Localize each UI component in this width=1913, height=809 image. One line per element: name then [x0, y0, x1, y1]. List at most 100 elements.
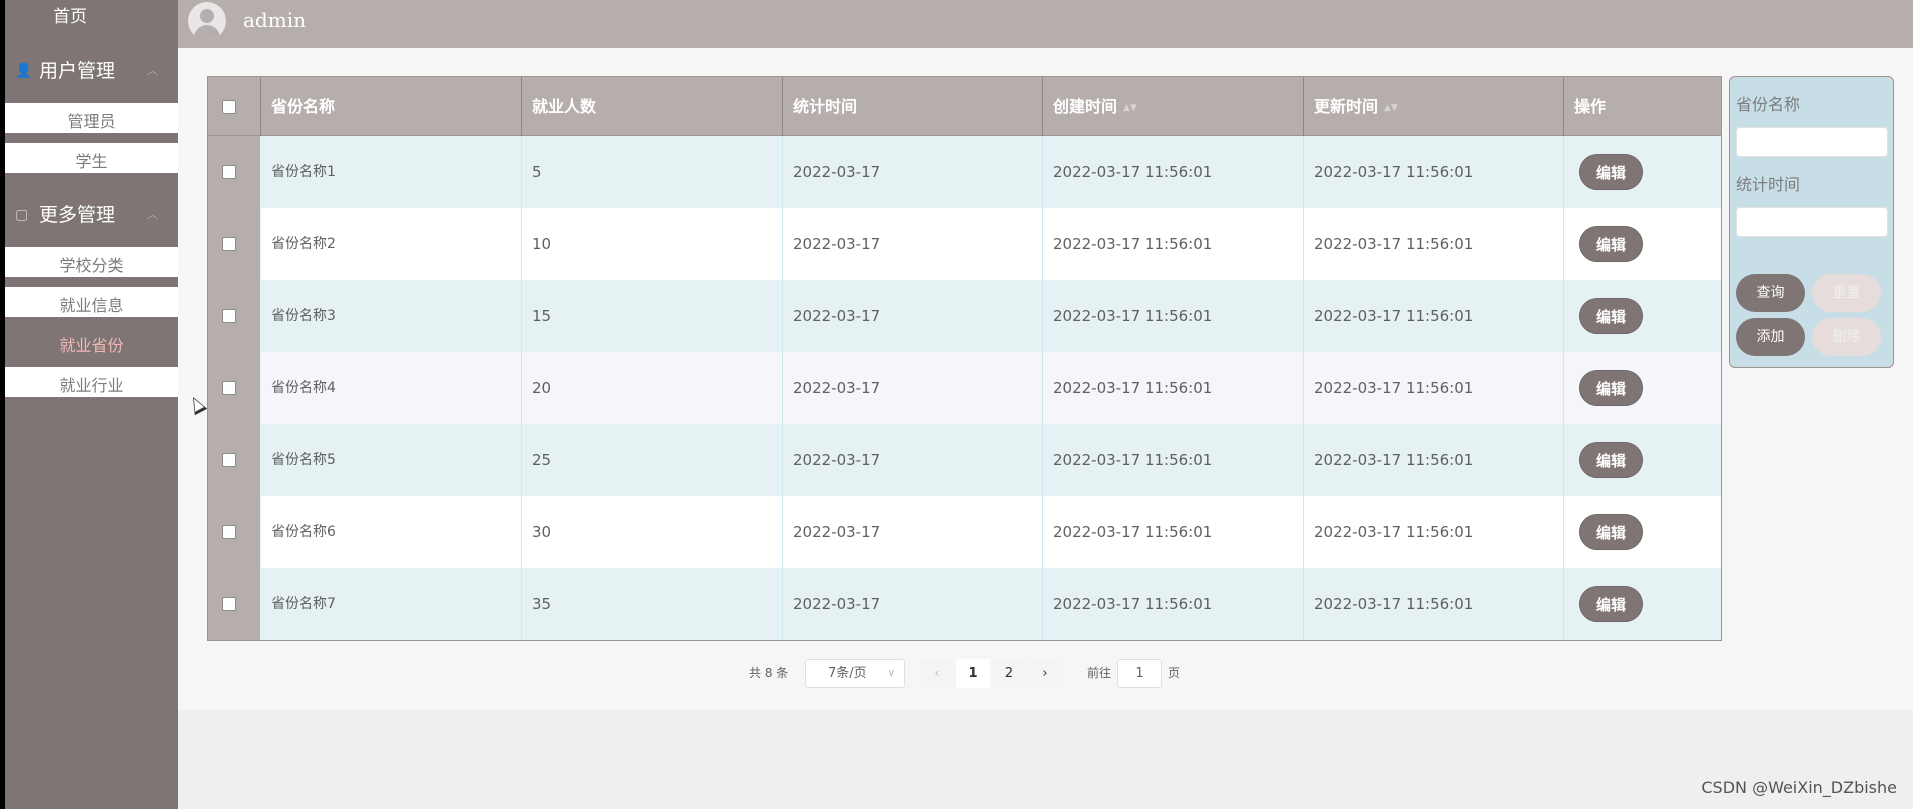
cell-province-name: 省份名称3	[261, 280, 522, 352]
cell-created: 2022-03-17 11:56:01	[1043, 568, 1304, 640]
row-checkbox[interactable]	[222, 237, 236, 251]
goto-prefix: 前往	[1087, 666, 1112, 680]
table-header: 省份名称 就业人数 统计时间 创建时间 ▲▼ 更新时间 ▲▼ 操作	[208, 77, 1721, 136]
cell-updated: 2022-03-17 11:56:01	[1304, 352, 1564, 424]
sort-icon[interactable]: ▲▼	[1384, 103, 1398, 113]
sidebar-item-admin[interactable]: 管理员	[5, 99, 178, 133]
sidebar-group-label: 更多管理	[39, 204, 116, 226]
pagination-total: 共 8 条	[749, 666, 789, 680]
cell-actions: 编辑	[1564, 568, 1721, 640]
main-content: 省份名称 就业人数 统计时间 创建时间 ▲▼ 更新时间 ▲▼ 操作 省份名称1 5 …	[178, 48, 1913, 710]
edit-button[interactable]: 编辑	[1579, 514, 1643, 550]
cell-stat-date: 2022-03-17	[783, 208, 1043, 280]
cell-updated: 2022-03-17 11:56:01	[1304, 136, 1564, 208]
chevron-down-icon: ∨	[887, 668, 895, 679]
avatar[interactable]	[188, 2, 226, 40]
sidebar-item-employment-info[interactable]: 就业信息	[5, 283, 178, 317]
cell-count: 35	[522, 568, 783, 640]
menu-icon: ▢	[15, 207, 29, 223]
sidebar-group-more-management[interactable]: ▢ 更多管理 ︿	[5, 195, 178, 235]
col-header-province-name: 省份名称	[261, 77, 522, 136]
sidebar-item-student[interactable]: 学生	[5, 139, 178, 173]
cell-actions: 编辑	[1564, 496, 1721, 568]
sidebar-item-home[interactable]: 首页	[5, 0, 135, 34]
cell-created: 2022-03-17 11:56:01	[1043, 136, 1304, 208]
cell-created: 2022-03-17 11:56:01	[1043, 352, 1304, 424]
row-checkbox-cell	[208, 496, 261, 568]
row-checkbox[interactable]	[222, 381, 236, 395]
cell-count: 20	[522, 352, 783, 424]
cell-actions: 编辑	[1564, 208, 1721, 280]
cell-count: 5	[522, 136, 783, 208]
sidebar-item-school-category[interactable]: 学校分类	[5, 243, 178, 277]
table-row: 省份名称5 25 2022-03-17 2022-03-17 11:56:01 …	[208, 424, 1721, 496]
query-button[interactable]: 查询	[1736, 274, 1805, 312]
cell-created: 2022-03-17 11:56:01	[1043, 424, 1304, 496]
delete-button[interactable]: 删除	[1812, 318, 1881, 356]
cell-actions: 编辑	[1564, 352, 1721, 424]
table-row: 省份名称1 5 2022-03-17 2022-03-17 11:56:01 2…	[208, 136, 1721, 208]
sidebar-group-user-management[interactable]: 👤 用户管理 ︿	[5, 51, 178, 91]
cell-stat-date: 2022-03-17	[783, 280, 1043, 352]
edit-button[interactable]: 编辑	[1579, 442, 1643, 478]
row-checkbox-cell	[208, 136, 261, 208]
sidebar: 首页 👤 用户管理 ︿ 管理员 学生 ▢ 更多管理 ︿ 学校分类 就业信息 就业…	[5, 0, 178, 809]
cell-province-name: 省份名称5	[261, 424, 522, 496]
cell-province-name: 省份名称4	[261, 352, 522, 424]
edit-button[interactable]: 编辑	[1579, 370, 1643, 406]
edit-button[interactable]: 编辑	[1579, 154, 1643, 190]
sidebar-item-employment-industry[interactable]: 就业行业	[5, 363, 178, 397]
col-header-label: 更新时间	[1314, 97, 1379, 116]
cell-stat-date: 2022-03-17	[783, 424, 1043, 496]
stat-date-input[interactable]	[1736, 207, 1888, 237]
cell-actions: 编辑	[1564, 136, 1721, 208]
search-panel: 省份名称 统计时间 查询 重置 添加 删除	[1729, 76, 1894, 368]
col-header-updated-time[interactable]: 更新时间 ▲▼	[1304, 77, 1564, 136]
row-checkbox[interactable]	[222, 309, 236, 323]
table-row: 省份名称3 15 2022-03-17 2022-03-17 11:56:01 …	[208, 280, 1721, 352]
cell-province-name: 省份名称6	[261, 496, 522, 568]
cell-created: 2022-03-17 11:56:01	[1043, 208, 1304, 280]
next-page-button[interactable]: ›	[1028, 659, 1062, 688]
cell-province-name: 省份名称1	[261, 136, 522, 208]
edit-button[interactable]: 编辑	[1579, 226, 1643, 262]
top-header: admin	[178, 0, 1913, 48]
edit-button[interactable]: 编辑	[1579, 586, 1643, 622]
chevron-up-icon: ︿	[147, 64, 158, 77]
sidebar-item-employment-province[interactable]: 就业省份	[5, 329, 178, 363]
page-size-select[interactable]: 7条/页 ∨	[805, 659, 905, 688]
select-all-checkbox[interactable]	[222, 100, 236, 114]
goto-page-input[interactable]: 1	[1117, 659, 1162, 688]
username: admin	[243, 8, 306, 32]
row-checkbox[interactable]	[222, 525, 236, 539]
sort-icon[interactable]: ▲▼	[1123, 103, 1137, 113]
table-row: 省份名称7 35 2022-03-17 2022-03-17 11:56:01 …	[208, 568, 1721, 640]
col-header-employment-count: 就业人数	[522, 77, 783, 136]
cell-count: 25	[522, 424, 783, 496]
cell-province-name: 省份名称2	[261, 208, 522, 280]
watermark: CSDN @WeiXin_DZbishe	[1701, 778, 1897, 797]
cell-stat-date: 2022-03-17	[783, 568, 1043, 640]
province-name-input[interactable]	[1736, 127, 1888, 157]
edit-button[interactable]: 编辑	[1579, 298, 1643, 334]
cell-updated: 2022-03-17 11:56:01	[1304, 424, 1564, 496]
row-checkbox[interactable]	[222, 597, 236, 611]
row-checkbox[interactable]	[222, 165, 236, 179]
col-header-actions: 操作	[1574, 97, 1607, 116]
add-button[interactable]: 添加	[1736, 318, 1805, 356]
reset-button[interactable]: 重置	[1812, 274, 1881, 312]
cell-actions: 编辑	[1564, 424, 1721, 496]
col-header-label: 创建时间	[1053, 97, 1118, 116]
row-checkbox-cell	[208, 352, 261, 424]
prev-page-button[interactable]: ‹	[920, 659, 954, 688]
page-2-button[interactable]: 2	[992, 659, 1026, 688]
page-1-button[interactable]: 1	[956, 659, 990, 688]
col-header-created-time[interactable]: 创建时间 ▲▼	[1043, 77, 1304, 136]
chevron-up-icon: ︿	[147, 208, 158, 221]
col-header-stat-date: 统计时间	[783, 77, 1043, 136]
row-checkbox[interactable]	[222, 453, 236, 467]
select-all-cell	[208, 77, 261, 136]
cell-updated: 2022-03-17 11:56:01	[1304, 568, 1564, 640]
cell-stat-date: 2022-03-17	[783, 496, 1043, 568]
row-checkbox-cell	[208, 280, 261, 352]
